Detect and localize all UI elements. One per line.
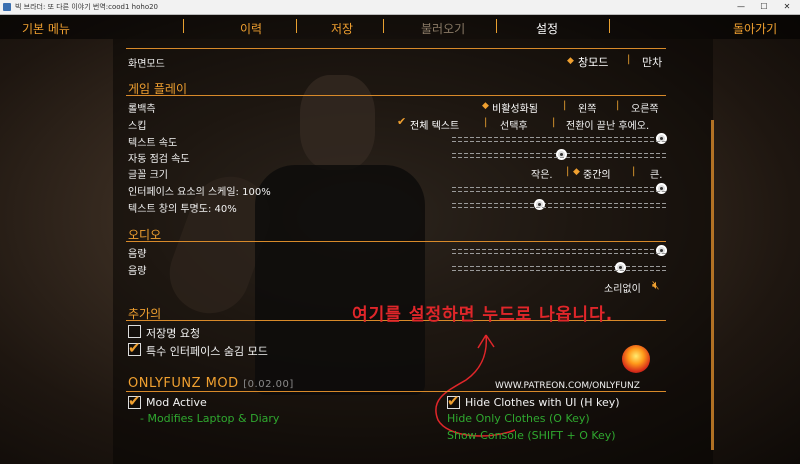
hide-only-clothes-hint: Hide Only Clothes (O Key)	[447, 412, 590, 425]
option-separator: |	[552, 117, 556, 128]
nav-main-menu[interactable]: 기본 메뉴	[22, 20, 70, 37]
nav-separator	[383, 19, 384, 33]
checkmark-icon: ✔	[128, 339, 141, 357]
mod-active-description: - Modifies Laptop & Diary	[140, 412, 280, 425]
slider-thumb[interactable]	[556, 149, 567, 160]
skip-label: 스킵	[128, 121, 147, 132]
confirm-save-checkbox[interactable]	[128, 325, 141, 338]
rollback-option-disabled[interactable]: 비활성화됨	[492, 100, 538, 115]
mod-active-label: Mod Active	[146, 396, 207, 409]
selected-diamond-icon: ◆	[567, 56, 574, 66]
volume-label-1: 음량	[128, 249, 147, 260]
auto-forward-speed-label: 자동 점검 속도	[128, 154, 190, 165]
text-window-opacity-label: 텍스트 창의 투명도: 40%	[128, 204, 237, 215]
section-divider	[126, 48, 666, 49]
hide-special-ui-label: 특수 인터페이스 숨김 모드	[146, 345, 268, 358]
selected-check-icon: ✔	[397, 115, 407, 128]
section-divider	[126, 391, 666, 392]
nav-separator	[496, 19, 497, 33]
mod-active-checkbox[interactable]: ✔	[128, 392, 141, 410]
option-separator: |	[627, 54, 631, 65]
option-separator: |	[563, 100, 567, 111]
maximize-button[interactable]: ☐	[753, 0, 775, 14]
checkmark-icon: ✔	[128, 392, 141, 410]
text-window-opacity-slider[interactable]	[452, 199, 667, 210]
slider-thumb[interactable]	[615, 262, 626, 273]
ui-scale-slider[interactable]	[452, 183, 667, 194]
nav-settings[interactable]: 설정	[536, 20, 558, 37]
nav-load[interactable]: 불러오기	[421, 20, 465, 37]
hide-clothes-label: Hide Clothes with UI (H key)	[465, 396, 620, 409]
speaker-muted-icon[interactable]: 🔇︎	[652, 278, 660, 293]
display-option-window[interactable]: 창모드	[578, 54, 608, 70]
hide-clothes-checkbox[interactable]: ✔	[447, 392, 460, 410]
settings-scrollbar[interactable]	[711, 120, 714, 450]
slider-thumb[interactable]	[534, 199, 545, 210]
selected-diamond-icon: ◆	[482, 101, 489, 111]
ui-scale-label: 인터페이스 요소의 스케일: 100%	[128, 187, 271, 198]
volume-slider-1[interactable]	[452, 245, 667, 256]
font-size-label: 글꼴 크기	[128, 170, 168, 181]
app-icon	[3, 3, 11, 11]
option-separator: |	[632, 166, 636, 177]
show-console-hint: Show Console (SHIFT + O Key)	[447, 429, 616, 442]
nav-separator	[183, 19, 184, 33]
volume-slider-2[interactable]	[452, 262, 667, 273]
font-size-option-medium[interactable]: 중간의	[583, 166, 611, 181]
minimize-button[interactable]: —	[730, 0, 752, 14]
section-divider	[126, 241, 666, 242]
text-speed-slider[interactable]	[452, 133, 667, 144]
auto-forward-speed-slider[interactable]	[452, 149, 667, 160]
font-size-option-small[interactable]: 작은.	[531, 166, 553, 181]
mod-version: [0.02.00]	[243, 379, 294, 390]
nav-save[interactable]: 저장	[331, 20, 353, 37]
checkmark-icon: ✔	[447, 392, 460, 410]
option-separator: |	[484, 117, 488, 128]
window-title: 빅 브라더: 또 다른 이야기 번역:cood1 hoho20	[15, 3, 159, 11]
option-separator: |	[616, 100, 620, 111]
slider-thumb[interactable]	[656, 183, 667, 194]
close-button[interactable]: ✕	[776, 0, 798, 14]
nav-separator	[296, 19, 297, 33]
hide-special-ui-checkbox[interactable]: ✔	[128, 339, 141, 357]
annotation-text: 여기를 설정하면 누드로 나옵니다.	[352, 305, 614, 325]
font-size-option-large[interactable]: 큰.	[650, 166, 662, 181]
skip-option-all-text[interactable]: 전체 텍스트	[410, 117, 459, 132]
mod-section-title: ONLYFUNZ MOD [0.02.00]	[128, 376, 294, 391]
section-divider	[126, 95, 666, 96]
rollback-option-left[interactable]: 왼쪽	[578, 100, 596, 115]
top-navigation: 기본 메뉴 이력 저장 불러오기 설정 돌아가기	[0, 15, 800, 39]
window-titlebar: 빅 브라더: 또 다른 이야기 번역:cood1 hoho20 — ☐ ✕	[0, 0, 800, 15]
rollback-option-right[interactable]: 오른쪽	[631, 100, 659, 115]
option-separator: |	[566, 166, 570, 177]
mod-title: ONLYFUNZ MOD	[128, 376, 239, 391]
slider-thumb[interactable]	[656, 133, 667, 144]
slider-thumb[interactable]	[656, 245, 667, 256]
selected-diamond-icon: ◆	[573, 167, 580, 177]
onlyfunz-logo	[622, 345, 650, 373]
display-option-fullscreen[interactable]: 만차	[642, 54, 662, 70]
text-speed-label: 텍스트 속도	[128, 138, 178, 149]
confirm-save-label: 저장명 요청	[146, 327, 201, 340]
patreon-link[interactable]: WWW.PATREON.COM/ONLYFUNZ	[495, 381, 640, 391]
mute-label[interactable]: 소리없이	[604, 280, 641, 295]
nav-history[interactable]: 이력	[240, 20, 262, 37]
skip-option-after-choices[interactable]: 선택후	[500, 117, 528, 132]
display-mode-label: 화면모드	[128, 59, 165, 70]
volume-label-2: 음량	[128, 266, 147, 277]
skip-option-after-transitions[interactable]: 전환이 끝난 후에오.	[566, 117, 649, 132]
nav-separator	[609, 19, 610, 33]
rollback-label: 롤백측	[128, 104, 156, 115]
nav-back[interactable]: 돌아가기	[733, 20, 777, 37]
